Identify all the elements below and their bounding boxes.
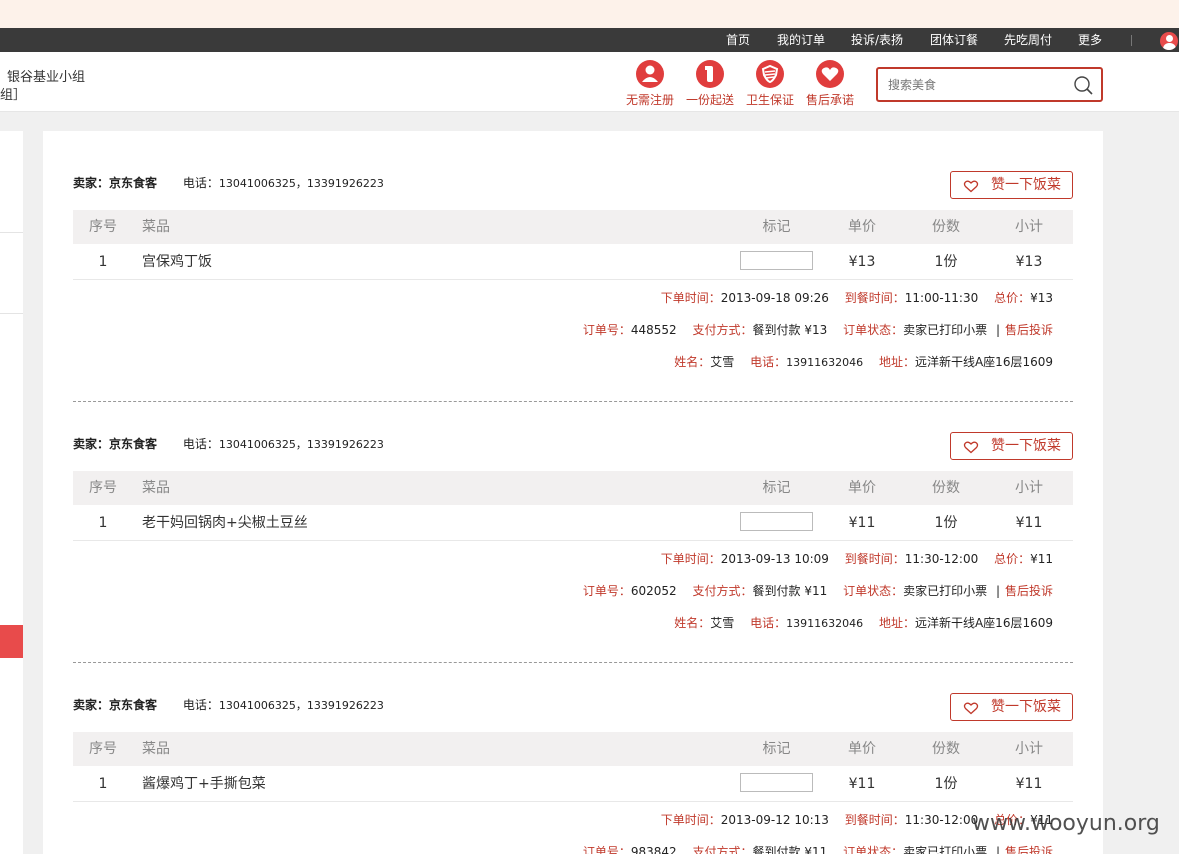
complain-link[interactable]: 售后投诉 [1005,323,1053,337]
order-card: 卖家：京东食客 电话：13041006325，13391926223 赞一下饭菜… [73,653,1073,854]
mark-input[interactable] [740,773,813,792]
top-nav: 首页 我的订单 投诉/表扬 团体订餐 先吃周付 更多 [0,28,1179,52]
number-one-icon [696,60,724,88]
table-row: 1 宫保鸡丁饭 ¥13 1份 ¥13 [73,244,1073,280]
dish-name: 酱爆鸡丁+手撕包菜 [142,776,266,792]
group-name: 银谷基业小组 [7,70,86,85]
notice-bar [0,0,1179,28]
sidebar-active-tab[interactable] [0,625,23,658]
nav-group-order-link[interactable]: 团体订餐 [930,28,978,52]
left-sidebar [0,131,23,854]
like-dish-button[interactable]: 赞一下饭菜 [950,693,1073,721]
table-header: 序号 菜品 标记 单价 份数 小计 [73,210,1073,244]
complain-link[interactable]: 售后投诉 [1005,584,1053,598]
nav-more-link[interactable]: 更多 [1078,28,1102,52]
sidebar-divider [0,232,23,233]
feature-no-register: 无需注册 [618,60,682,108]
seller-info: 卖家：京东食客 电话：13041006325，13391926223 [73,176,384,190]
group-sub: 组］ [0,88,27,103]
nav-my-orders-link[interactable]: 我的订单 [777,28,825,52]
order-card: 卖家：京东食客 电话：13041006325，13391926223 赞一下饭菜… [73,392,1073,663]
header: 银谷基业小组 组］ 无需注册 一份起送 卫生保证 售后承诺 [0,52,1179,112]
seller-phone: 13041006325，13391926223 [218,699,384,712]
search-icon[interactable] [1073,75,1093,95]
order-status-line: 订单号：983842 支付方式：餐到付款 ¥11 订单状态：卖家已打印小票 | 售… [583,843,1053,854]
order-status-line: 订单号：602052 支付方式：餐到付款 ¥11 订单状态：卖家已打印小票 | 售… [582,584,1053,598]
search-input[interactable] [888,76,1058,94]
mark-input[interactable] [740,512,813,531]
sidebar-divider [0,313,23,314]
table-row: 1 酱爆鸡丁+手撕包菜 ¥11 1份 ¥11 [73,766,1073,802]
seller-name: 京东食客 [109,176,158,190]
order-list-panel: 卖家：京东食客 电话：13041006325，13391926223 赞一下饭菜… [43,131,1103,854]
seller-name: 京东食客 [109,437,158,451]
feature-single-serving: 一份起送 [678,60,742,108]
customer-info-line: 姓名：艾雪 电话：13911632046 地址：远洋新干线A座16层1609 [674,616,1053,630]
order-time-line: 下单时间：2013-09-18 09:26 到餐时间：11:00-11:30 总… [660,291,1053,305]
table-header: 序号 菜品 标记 单价 份数 小计 [73,732,1073,766]
seller-info: 卖家：京东食客 电话：13041006325，13391926223 [73,698,384,712]
search-box [876,67,1103,102]
like-dish-button[interactable]: 赞一下饭菜 [950,171,1073,199]
dish-name: 宫保鸡丁饭 [142,254,212,270]
user-avatar-icon[interactable] [1160,32,1178,50]
mark-input[interactable] [740,251,813,270]
feature-hygiene: 卫生保证 [738,60,802,108]
seller-name: 京东食客 [109,698,158,712]
heart-outline-icon [963,441,979,454]
seller-phone: 13041006325，13391926223 [218,438,384,451]
order-card: 卖家：京东食客 电话：13041006325，13391926223 赞一下饭菜… [73,131,1073,402]
heart-outline-icon [963,180,979,193]
order-time-line: 下单时间：2013-09-13 10:09 到餐时间：11:30-12:00 总… [660,552,1053,566]
complain-link[interactable]: 售后投诉 [1005,845,1053,854]
table-row: 1 老干妈回锅肉+尖椒土豆丝 ¥11 1份 ¥11 [73,505,1073,541]
like-dish-button[interactable]: 赞一下饭菜 [950,432,1073,460]
watermark: www.wooyun.org [972,811,1160,836]
seller-phone: 13041006325，13391926223 [218,177,384,190]
nav-divider [1131,35,1132,46]
user-icon [636,60,664,88]
table-header: 序号 菜品 标记 单价 份数 小计 [73,471,1073,505]
feature-after-sale: 售后承诺 [798,60,862,108]
heart-icon [816,60,844,88]
nav-home-link[interactable]: 首页 [726,28,750,52]
order-status-line: 订单号：448552 支付方式：餐到付款 ¥13 订单状态：卖家已打印小票 | 售… [582,323,1053,337]
heart-outline-icon [963,702,979,715]
nav-weekly-pay-link[interactable]: 先吃周付 [1004,28,1052,52]
customer-info-line: 姓名：艾雪 电话：13911632046 地址：远洋新干线A座16层1609 [674,355,1053,369]
nav-complaint-link[interactable]: 投诉/表扬 [851,28,903,52]
seller-info: 卖家：京东食客 电话：13041006325，13391926223 [73,437,384,451]
shield-icon [756,60,784,88]
dish-name: 老干妈回锅肉+尖椒土豆丝 [142,515,308,531]
